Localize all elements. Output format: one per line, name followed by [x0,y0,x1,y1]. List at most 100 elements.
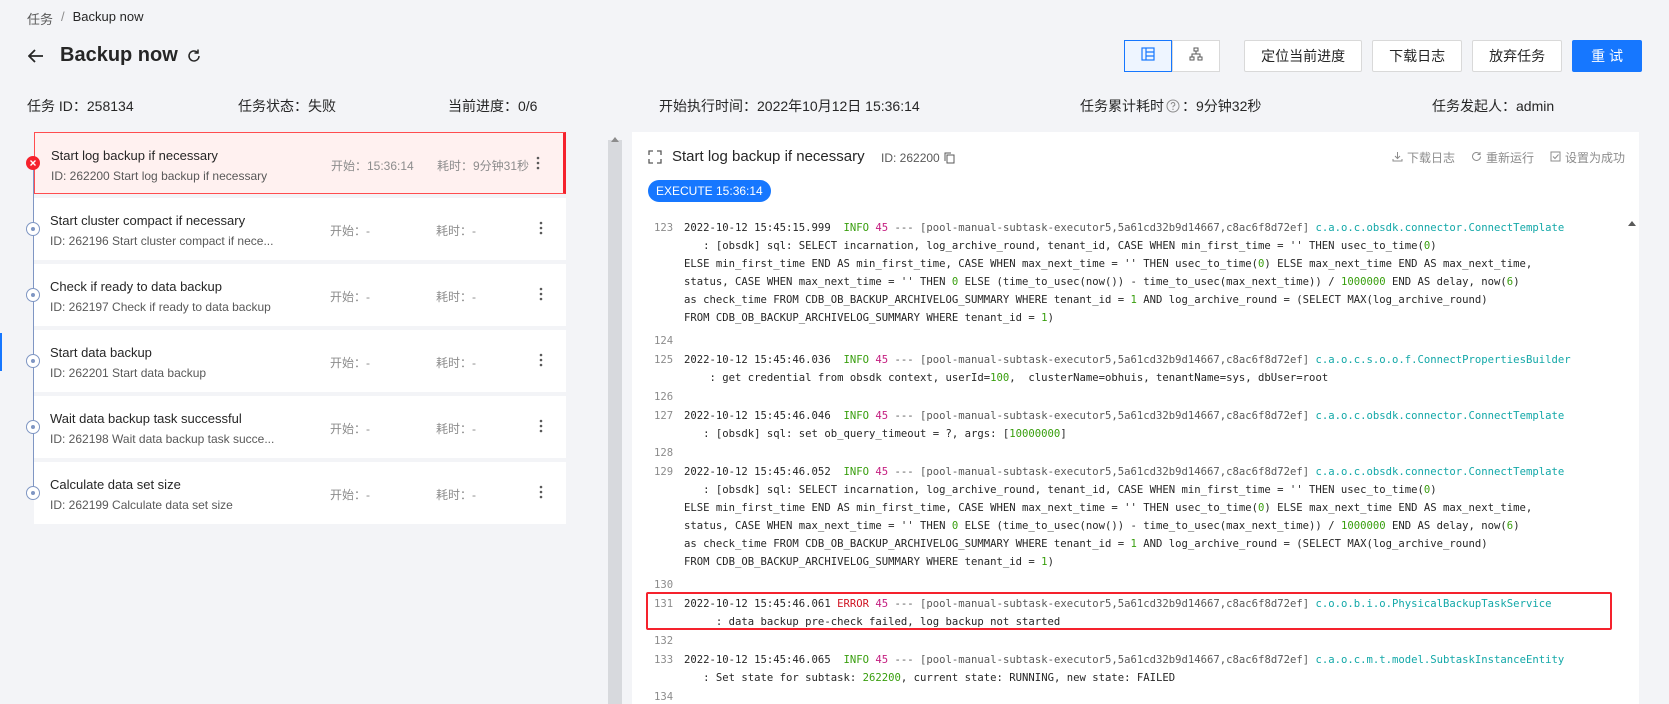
breadcrumb-current: Backup now [72,9,144,24]
subtask-detail-panel: Start log backup if necessary ID: 262200… [632,132,1639,704]
expand-icon[interactable] [648,150,662,164]
subtask-duration: 耗时：9分钟31秒 [437,159,530,173]
subtask-name: Wait data backup task successful [50,411,242,426]
log-line: : [obsdk] sql: SELECT incarnation, log_a… [684,240,1437,252]
subtask-start: 开始：- [330,422,370,436]
splitter-up-arrow-icon[interactable] [611,137,619,142]
error-highlight-box [646,592,1612,630]
subtask-start: 开始：- [330,488,370,502]
subtask-start: 开始：15:36:14 [331,159,414,173]
log-scrollbar[interactable] [1625,214,1639,704]
view-toggle [1124,40,1221,72]
more-icon[interactable] [531,153,545,173]
locate-progress-button[interactable]: 定位当前进度 [1244,40,1363,72]
log-line: ELSE min_first_time END AS min_first_tim… [684,258,1533,270]
detail-title: Start log backup if necessary [672,148,865,165]
pending-status-icon [26,222,40,236]
subtask-duration: 耗时：- [436,356,476,370]
title-row: Backup now [26,44,202,67]
subtask-id: ID: 262198 Wait data backup task succe..… [50,432,275,446]
execute-tag: EXECUTE 15:36:14 [648,180,771,202]
subtask-duration: 耗时：- [436,422,476,436]
task-progress: 当前进度：0/6 [448,98,538,114]
abandon-task-button[interactable]: 放弃任务 [1472,40,1563,72]
breadcrumb-parent[interactable]: 任务 [27,9,53,28]
panel-splitter[interactable] [608,140,622,704]
log-line: 132 [654,635,674,647]
check-square-icon [1550,151,1561,165]
log-line: 124 [654,335,674,347]
subtask-item[interactable]: Check if ready to data backup ID: 262197… [26,264,566,326]
subtask-id: ID: 262201 Start data backup [50,366,207,380]
task-id: 任务 ID：258134 [27,98,134,114]
copy-icon[interactable] [944,152,955,164]
log-line: status, CASE WHEN max_next_time = '' THE… [684,520,1520,532]
help-icon[interactable] [1166,99,1180,113]
retry-button[interactable]: 重 试 [1572,40,1642,72]
subtask-item[interactable]: Calculate data set size ID: 262199 Calcu… [26,462,566,524]
page-title: Backup now [60,44,178,66]
log-line: 134 [654,691,674,703]
log-line: 127 2022-10-12 15:45:46.046 INFO 45 --- [… [654,410,1565,422]
log-line: : get credential from obsdk context, use… [684,372,1329,384]
task-elapsed-label: 任务累计耗时 [1080,98,1164,114]
subtask-item[interactable]: Wait data backup task successful ID: 262… [26,396,566,458]
log-line: : Set state for subtask: 262200, current… [684,672,1176,684]
task-initiator: 任务发起人：admin [1432,98,1555,114]
rerun-label: 重新运行 [1485,151,1534,165]
subtask-duration: 耗时：- [436,224,476,238]
log-line: 133 2022-10-12 15:45:46.065 INFO 45 --- [… [654,654,1565,666]
log-line: 126 [654,391,674,403]
more-icon[interactable] [534,482,548,502]
subtask-start: 开始：- [330,224,370,238]
download-log-button[interactable]: 下载日志 [1372,40,1463,72]
list-view-button[interactable] [1124,40,1173,72]
subtask-name: Start data backup [50,345,152,360]
log-line: 125 2022-10-12 15:45:46.036 INFO 45 --- [… [654,354,1571,366]
log-line: 123 2022-10-12 15:45:15.999 INFO 45 --- [… [654,222,1565,234]
pending-status-icon [26,354,40,368]
breadcrumb-separator: / [61,9,65,24]
log-line: as check_time FROM CDB_OB_BACKUP_ARCHIVE… [684,294,1488,306]
detail-header: Start log backup if necessary ID: 262200… [632,132,1639,216]
subtask-name: Calculate data set size [50,477,181,492]
subtask-item[interactable]: Start log backup if necessary ID: 262200… [26,132,566,194]
task-elapsed: 任务累计耗时 ：9分钟32秒 [1080,96,1261,116]
subtask-id: ID: 262199 Calculate data set size [50,498,233,512]
refresh-icon[interactable] [186,48,202,64]
detail-id: ID: 262200 [881,151,955,165]
scroll-up-arrow-icon[interactable] [1628,221,1636,226]
set-success-button[interactable]: 设置为成功 [1550,149,1625,166]
task-status: 任务状态：失败 [238,98,336,114]
subtask-item[interactable]: Start data backup ID: 262201 Start data … [26,330,566,392]
toolbar: 定位当前进度 下载日志 放弃任务 重 试 [1124,40,1642,72]
pending-status-icon [26,420,40,434]
more-icon[interactable] [534,284,548,304]
log-line: : [obsdk] sql: set ob_query_timeout = ?,… [684,428,1067,440]
log-line: : [obsdk] sql: SELECT incarnation, log_a… [684,484,1437,496]
subtask-name: Check if ready to data backup [50,279,222,294]
subtask-id: ID: 262197 Check if ready to data backup [50,300,271,314]
more-icon[interactable] [534,350,548,370]
log-line: FROM CDB_OB_BACKUP_ARCHIVELOG_SUMMARY WH… [684,556,1054,568]
back-arrow-icon[interactable] [26,46,46,66]
log-line: 128 [654,447,674,459]
pending-status-icon [26,288,40,302]
subtask-item[interactable]: Start cluster compact if necessary ID: 2… [26,198,566,260]
rerun-button[interactable]: 重新运行 [1471,149,1534,166]
log-line: FROM CDB_OB_BACKUP_ARCHIVELOG_SUMMARY WH… [684,312,1054,324]
breadcrumb: 任务 / Backup now [27,9,143,28]
log-viewer[interactable]: 122 1232022-10-12 15:45:15.999 INFO 45 -… [632,214,1639,704]
subtask-name: Start log backup if necessary [51,148,218,163]
more-icon[interactable] [534,416,548,436]
detail-id-text: ID: 262200 [881,151,940,165]
tree-view-button[interactable] [1172,40,1221,72]
subtask-id: ID: 262196 Start cluster compact if nece… [50,234,274,248]
detail-actions: 下载日志 重新运行 设置为成功 [1392,149,1625,166]
subtask-duration: 耗时：- [436,488,476,502]
detail-download-log-button[interactable]: 下载日志 [1392,149,1455,166]
detail-download-log-label: 下载日志 [1406,151,1455,165]
more-icon[interactable] [534,218,548,238]
tree-view-icon [1189,47,1203,66]
log-line: status, CASE WHEN max_next_time = '' THE… [684,276,1520,288]
